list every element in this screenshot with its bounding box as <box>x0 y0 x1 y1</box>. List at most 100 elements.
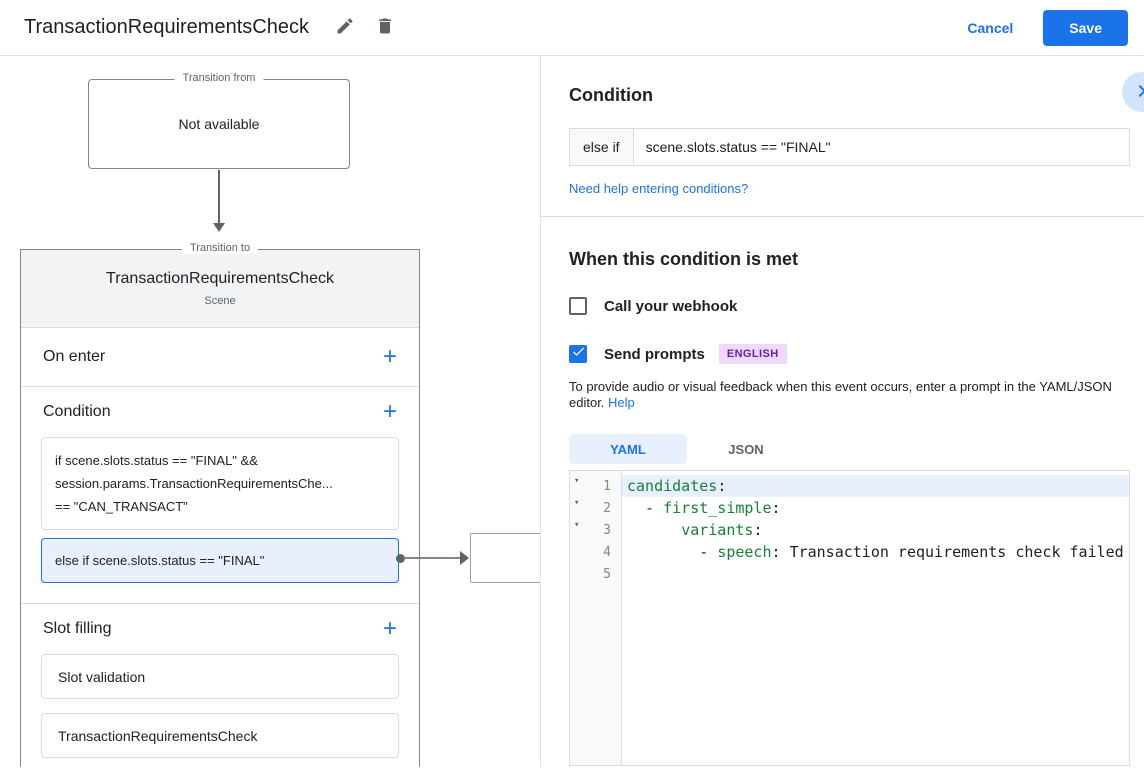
call-webhook-row: Call your webhook <box>569 297 1130 315</box>
slot-item-transaction-check[interactable]: TransactionRequirementsCheck <box>41 713 399 758</box>
condition-section: Condition + if scene.slots.status == "FI… <box>21 387 419 604</box>
condition-1-line-2: session.params.TransactionRequirementsCh… <box>55 472 385 495</box>
fold-arrow-icon[interactable]: ▾ <box>574 476 579 486</box>
condition-detail-panel: Condition else if Need help entering con… <box>540 56 1144 767</box>
scene-node-card: Transition to TransactionRequirementsChe… <box>20 249 420 767</box>
condition-1-line-3: == "CAN_TRANSACT" <box>55 495 385 518</box>
line-number: 5 <box>603 567 611 582</box>
delete-scene-button[interactable] <box>375 16 395 39</box>
on-enter-label: On enter <box>43 348 105 366</box>
main-area: Transition from Not available Transition… <box>0 56 1144 767</box>
language-badge: ENGLISH <box>719 344 787 364</box>
slot-transaction-check-text: TransactionRequirementsCheck <box>58 728 257 744</box>
condition-prefix-chip: else if <box>569 128 634 166</box>
add-on-enter-button[interactable]: + <box>383 345 397 369</box>
code-line-4[interactable]: - speech: Transaction requirements check… <box>622 541 1129 563</box>
check-icon <box>571 344 586 364</box>
tab-json[interactable]: JSON <box>687 434 805 464</box>
code-key: first_simple <box>663 499 771 517</box>
gutter-row: 4 <box>570 541 621 563</box>
code-line-1[interactable]: candidates: <box>622 475 1129 497</box>
code-text: - <box>627 499 663 517</box>
code-key: candidates <box>627 477 717 495</box>
editor-gutter: ▾ 1 ▾ 2 ▾ 3 4 5 <box>570 471 622 765</box>
condition-item-1[interactable]: if scene.slots.status == "FINAL" && sess… <box>41 437 399 530</box>
panel-title: Condition <box>569 85 1130 106</box>
transition-to-label: Transition to <box>182 242 258 254</box>
condition-expression-input[interactable] <box>634 128 1130 166</box>
add-condition-button[interactable]: + <box>383 400 397 424</box>
send-prompts-label[interactable]: Send prompts <box>604 346 705 363</box>
condition-2-text: else if scene.slots.status == "FINAL" <box>55 549 264 572</box>
code-text: - <box>627 543 717 561</box>
slot-validation-text: Slot validation <box>58 669 145 685</box>
transition-from-content: Not available <box>179 116 260 132</box>
condition-section-label: Condition <box>43 403 111 421</box>
code-value: Transaction requirements check failed <box>790 543 1124 561</box>
send-prompts-checkbox[interactable] <box>569 345 587 363</box>
page-title: TransactionRequirementsCheck <box>24 16 309 39</box>
collapse-panel-button[interactable] <box>1122 72 1144 112</box>
save-button[interactable]: Save <box>1043 10 1128 46</box>
on-enter-section: On enter + <box>21 328 419 387</box>
help-link[interactable]: Help <box>608 395 635 410</box>
when-condition-met-title: When this condition is met <box>569 249 1130 270</box>
editor-code-area[interactable]: candidates: - first_simple: variants: - … <box>622 471 1129 765</box>
cancel-button[interactable]: Cancel <box>967 20 1013 36</box>
line-number: 1 <box>603 479 611 494</box>
code-line-2[interactable]: - first_simple: <box>622 497 1129 519</box>
scene-node-title: TransactionRequirementsCheck <box>106 270 334 288</box>
code-text: : <box>772 499 781 517</box>
trash-icon <box>375 16 395 39</box>
line-number: 4 <box>603 545 611 560</box>
code-key: variants <box>681 521 753 539</box>
line-number: 3 <box>603 523 611 538</box>
flow-arrow-head-icon <box>213 223 225 232</box>
line-number: 2 <box>603 501 611 516</box>
code-text: : <box>753 521 762 539</box>
add-slot-button[interactable]: + <box>383 617 397 641</box>
transition-from-node: Transition from Not available <box>88 79 350 169</box>
code-line-3[interactable]: variants: <box>622 519 1129 541</box>
slot-filling-label: Slot filling <box>43 620 111 638</box>
slot-item-validation[interactable]: Slot validation <box>41 654 399 699</box>
edit-title-button[interactable] <box>335 16 355 39</box>
scene-flow-canvas: Transition from Not available Transition… <box>0 56 540 767</box>
condition-item-2-selected[interactable]: else if scene.slots.status == "FINAL" <box>41 538 399 583</box>
gutter-row: 5 <box>570 563 621 585</box>
code-text: : <box>772 543 790 561</box>
send-prompts-row: Send prompts ENGLISH <box>569 344 1130 364</box>
scene-node-subtitle: Scene <box>204 295 235 307</box>
gutter-row: ▾ 3 <box>570 519 621 541</box>
prompts-description-text: To provide audio or visual feedback when… <box>569 379 1112 410</box>
editor-tabs: YAML JSON <box>569 434 1130 464</box>
slot-filling-section: Slot filling + Slot validation Transacti… <box>21 604 419 758</box>
code-text <box>627 521 681 539</box>
code-editor[interactable]: ▾ 1 ▾ 2 ▾ 3 4 5 <box>569 470 1130 766</box>
top-bar: TransactionRequirementsCheck Cancel Save <box>0 0 1144 56</box>
call-webhook-label[interactable]: Call your webhook <box>604 298 737 315</box>
call-webhook-checkbox[interactable] <box>569 297 587 315</box>
tab-yaml[interactable]: YAML <box>569 434 687 464</box>
transition-from-label: Transition from <box>175 72 264 84</box>
connector-line <box>404 557 462 559</box>
code-line-5[interactable] <box>622 563 1129 585</box>
flow-arrow-line <box>218 170 220 224</box>
code-text: : <box>717 477 726 495</box>
connector-arrow-icon <box>460 551 469 565</box>
pencil-icon <box>335 16 355 39</box>
fold-arrow-icon[interactable]: ▾ <box>574 520 579 530</box>
gutter-row: ▾ 2 <box>570 497 621 519</box>
code-key: speech <box>717 543 771 561</box>
condition-section-head: Condition + <box>21 387 419 437</box>
panel-divider <box>541 216 1144 217</box>
gutter-row: ▾ 1 <box>570 475 621 497</box>
prompts-description: To provide audio or visual feedback when… <box>569 379 1137 411</box>
fold-arrow-icon[interactable]: ▾ <box>574 498 579 508</box>
condition-help-link[interactable]: Need help entering conditions? <box>569 181 748 196</box>
scene-node-header[interactable]: TransactionRequirementsCheck Scene <box>21 250 419 328</box>
condition-expression-row: else if <box>569 128 1130 166</box>
chevron-right-icon <box>1130 79 1144 106</box>
transition-target-node[interactable] <box>470 533 540 583</box>
condition-1-line-1: if scene.slots.status == "FINAL" && <box>55 449 385 472</box>
